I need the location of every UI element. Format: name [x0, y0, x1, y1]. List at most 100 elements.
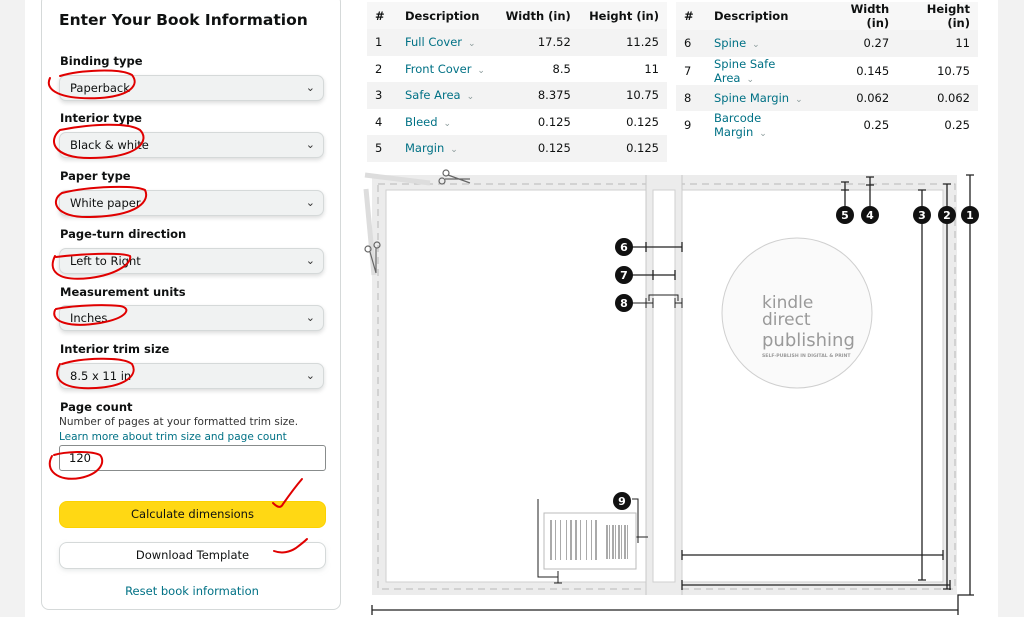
row-height: 0.25: [897, 111, 978, 139]
table-row: 7 Spine Safe Area ⌄ 0.145 10.75: [676, 56, 978, 85]
row-description-toggle[interactable]: Spine Margin ⌄: [706, 84, 822, 111]
row-description: Spine: [714, 36, 747, 51]
binding-type-label: Binding type: [60, 54, 143, 68]
row-width: 0.125: [495, 108, 579, 135]
binding-type-value: Paperback: [70, 81, 130, 95]
barcode-bar: [575, 520, 577, 560]
measure-full-width: [371, 605, 958, 615]
row-width: 0.062: [821, 84, 898, 111]
chevron-down-icon: ⌄: [477, 65, 485, 76]
binding-type-select[interactable]: Paperback ⌄: [59, 75, 324, 101]
row-description-toggle[interactable]: Margin ⌄: [397, 135, 496, 162]
marker-1: 1: [961, 206, 979, 224]
row-width: 8.5: [495, 55, 579, 82]
trim-size-learn-more-link[interactable]: Learn more about trim size and page coun…: [59, 431, 287, 443]
row-description: Spine Margin: [714, 90, 790, 105]
row-description: Front Cover: [405, 61, 472, 76]
barcode-bar: [615, 525, 616, 559]
row-number: 3: [367, 82, 397, 109]
barcode-bar: [570, 520, 572, 560]
col-height: Height (in): [897, 2, 978, 30]
svg-text:7: 7: [620, 269, 628, 282]
row-description-toggle[interactable]: Safe Area ⌄: [397, 82, 496, 109]
svg-text:4: 4: [866, 209, 874, 222]
row-description: Spine Safe Area: [714, 56, 776, 85]
svg-text:5: 5: [841, 209, 849, 222]
barcode-box: [543, 512, 637, 570]
row-description-toggle[interactable]: Full Cover ⌄: [397, 29, 496, 56]
row-description: Margin: [405, 141, 445, 156]
row-height: 0.062: [897, 84, 978, 111]
measure-1: [957, 174, 974, 615]
row-description-toggle[interactable]: Spine ⌄: [706, 30, 822, 57]
interior-type-select[interactable]: Black & white ⌄: [59, 132, 324, 158]
page-turn-select[interactable]: Left to Right ⌄: [59, 248, 324, 274]
table-row: 5 Margin ⌄ 0.125 0.125: [367, 135, 667, 162]
row-number: 6: [676, 30, 706, 57]
table-header-row: # Description Width (in) Height (in): [676, 2, 978, 30]
svg-text:9: 9: [618, 495, 626, 508]
chevron-down-icon: ⌄: [305, 138, 315, 151]
paper-type-value: White paper: [70, 196, 141, 210]
page-count-helper: Number of pages at your formatted trim s…: [59, 416, 299, 428]
svg-text:8: 8: [620, 297, 628, 310]
interior-type-label: Interior type: [60, 111, 142, 125]
row-description-toggle[interactable]: Front Cover ⌄: [397, 55, 496, 82]
row-description: Full Cover: [405, 35, 462, 50]
col-description: Description: [706, 2, 822, 30]
barcode-bar: [621, 525, 622, 559]
row-height: 0.125: [578, 135, 667, 162]
row-width: 0.145: [821, 56, 898, 85]
marker-9: 9: [613, 492, 631, 510]
row-number: 2: [367, 55, 397, 82]
table-row: 2 Front Cover ⌄ 8.5 11: [367, 55, 667, 82]
book-info-panel: Enter Your Book Information Binding type…: [41, 0, 341, 610]
reset-book-info-link[interactable]: Reset book information: [42, 584, 342, 598]
barcode-bar: [624, 525, 626, 559]
row-description-toggle[interactable]: Spine Safe Area ⌄: [706, 56, 822, 85]
row-height: 11: [897, 30, 978, 57]
chevron-down-icon: ⌄: [468, 39, 476, 50]
svg-text:6: 6: [620, 241, 628, 254]
page-gutter-right: [998, 0, 1024, 617]
marker-4: 4: [861, 206, 879, 224]
barcode-bar: [627, 525, 628, 559]
row-width: 17.52: [495, 29, 579, 56]
table-row: 6 Spine ⌄ 0.27 11: [676, 30, 978, 57]
row-description-toggle[interactable]: Bleed ⌄: [397, 108, 496, 135]
row-description-toggle[interactable]: Barcode Margin ⌄: [706, 111, 822, 139]
marker-5: 5: [836, 206, 854, 224]
barcode-bar: [560, 520, 561, 560]
barcode-bar: [618, 525, 620, 559]
chevron-down-icon: ⌄: [305, 81, 315, 94]
row-number: 1: [367, 29, 397, 56]
barcode-bar: [609, 525, 610, 559]
chevron-down-icon: ⌄: [752, 40, 760, 51]
row-height: 10.75: [578, 82, 667, 109]
marker-6: 6: [615, 238, 633, 256]
row-width: 0.125: [495, 135, 579, 162]
download-template-button[interactable]: Download Template: [59, 542, 326, 569]
chevron-down-icon: ⌄: [305, 369, 315, 382]
row-number: 5: [367, 135, 397, 162]
table-header-row: # Description Width (in) Height (in): [367, 2, 667, 29]
calculate-dimensions-button[interactable]: Calculate dimensions: [59, 501, 326, 528]
barcode-bar: [586, 520, 587, 560]
page-count-input[interactable]: 120: [59, 445, 326, 471]
trim-size-select[interactable]: 8.5 x 11 in ⌄: [59, 363, 324, 389]
row-description: Bleed: [405, 114, 438, 129]
chevron-down-icon: ⌄: [450, 145, 458, 156]
table-row: 8 Spine Margin ⌄ 0.062 0.062: [676, 84, 978, 111]
marker-2: 2: [938, 206, 956, 224]
page-gutter-left: [0, 0, 25, 617]
col-number: #: [367, 2, 397, 29]
row-width: 0.27: [821, 30, 898, 57]
table-row: 9 Barcode Margin ⌄ 0.25 0.25: [676, 111, 978, 139]
paper-type-select[interactable]: White paper ⌄: [59, 190, 324, 216]
units-label: Measurement units: [60, 285, 186, 299]
page-turn-label: Page-turn direction: [60, 227, 187, 241]
barcode-bar: [555, 520, 556, 560]
units-select[interactable]: Inches ⌄: [59, 305, 324, 331]
table-row: 1 Full Cover ⌄ 17.52 11.25: [367, 29, 667, 56]
col-height: Height (in): [578, 2, 667, 29]
